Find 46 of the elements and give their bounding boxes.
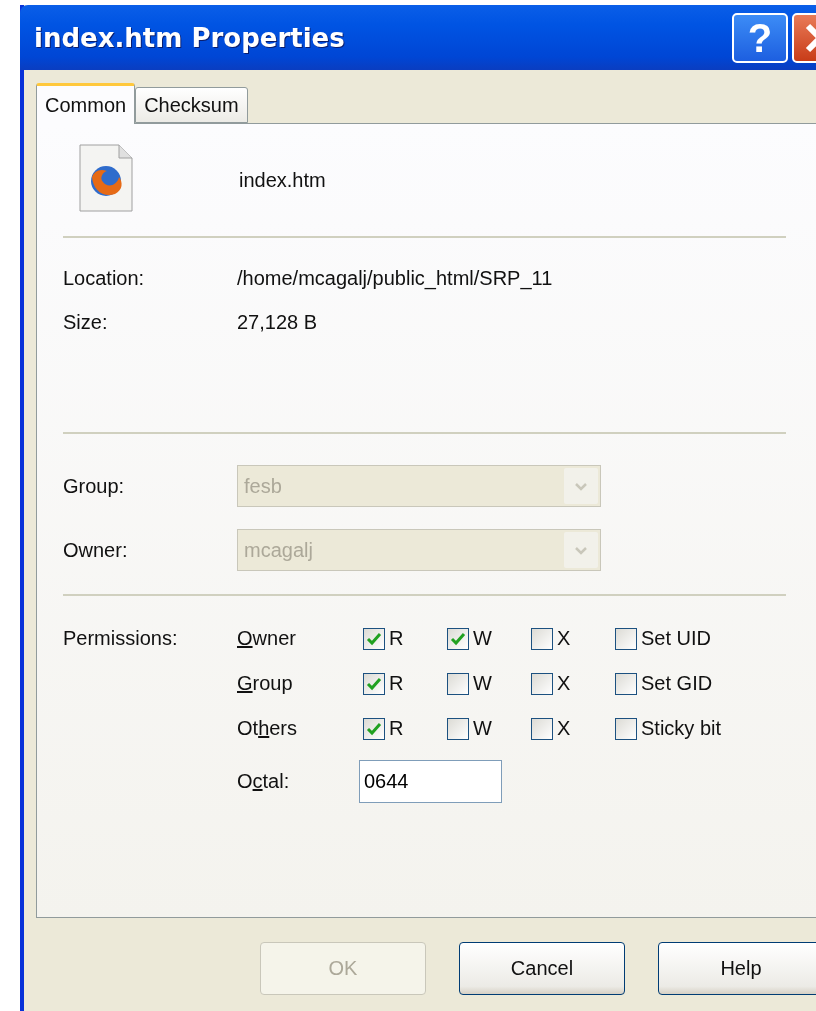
row-label: Others (237, 717, 299, 740)
checkbox-label: Set UID (641, 627, 712, 650)
checkbox[interactable] (363, 627, 385, 650)
dialog-button[interactable]: Help (658, 942, 816, 995)
field-label: Group: (63, 474, 126, 498)
checkbox-label: Set GID (641, 672, 713, 695)
checkbox[interactable] (615, 672, 637, 695)
tab[interactable]: Common (36, 83, 136, 124)
checkbox-label: R (389, 672, 404, 695)
field-label: Size: (63, 310, 109, 334)
field-label: Owner: (63, 538, 129, 562)
checkbox-label: X (557, 717, 571, 740)
checkbox[interactable] (531, 717, 553, 740)
checkbox-label: W (473, 627, 492, 650)
field-label: Location: (63, 266, 146, 290)
caret-icon (564, 532, 598, 568)
checkbox-label: R (389, 717, 404, 740)
checkbox-label: W (473, 672, 492, 695)
tab[interactable]: Checksum (135, 87, 248, 123)
checkbox[interactable] (363, 717, 385, 740)
help-button[interactable]: ? (732, 12, 788, 63)
checkbox[interactable] (531, 627, 553, 650)
row-label: Group (237, 672, 294, 695)
checkbox-label: Sticky bit (641, 717, 722, 740)
checkbox[interactable] (531, 672, 553, 695)
field-value: 27,128 B (237, 310, 318, 334)
octal-field[interactable]: 0644 (359, 759, 502, 803)
window-title: index.htm Properties (34, 22, 346, 53)
checkbox[interactable] (447, 627, 469, 650)
checkbox[interactable] (363, 672, 385, 695)
checkbox-label: X (557, 672, 571, 695)
file-name: index.htm (239, 168, 326, 192)
checkbox-label: R (389, 627, 404, 650)
checkbox-label: W (473, 717, 492, 740)
checkbox[interactable] (615, 717, 637, 740)
checkbox[interactable] (447, 717, 469, 740)
document-icon (79, 143, 133, 212)
octal-label: Octal: (237, 769, 290, 792)
field-value: /home/mcagalj/public_html/SRP_11 (237, 266, 553, 290)
checkbox[interactable] (447, 672, 469, 695)
caret-icon (564, 468, 598, 504)
checkbox[interactable] (615, 627, 637, 650)
row-label: Owner (237, 627, 297, 650)
permissions-label: Permissions: (63, 627, 179, 650)
dialog-button[interactable]: Cancel (459, 942, 625, 995)
checkbox-label: X (557, 627, 571, 650)
